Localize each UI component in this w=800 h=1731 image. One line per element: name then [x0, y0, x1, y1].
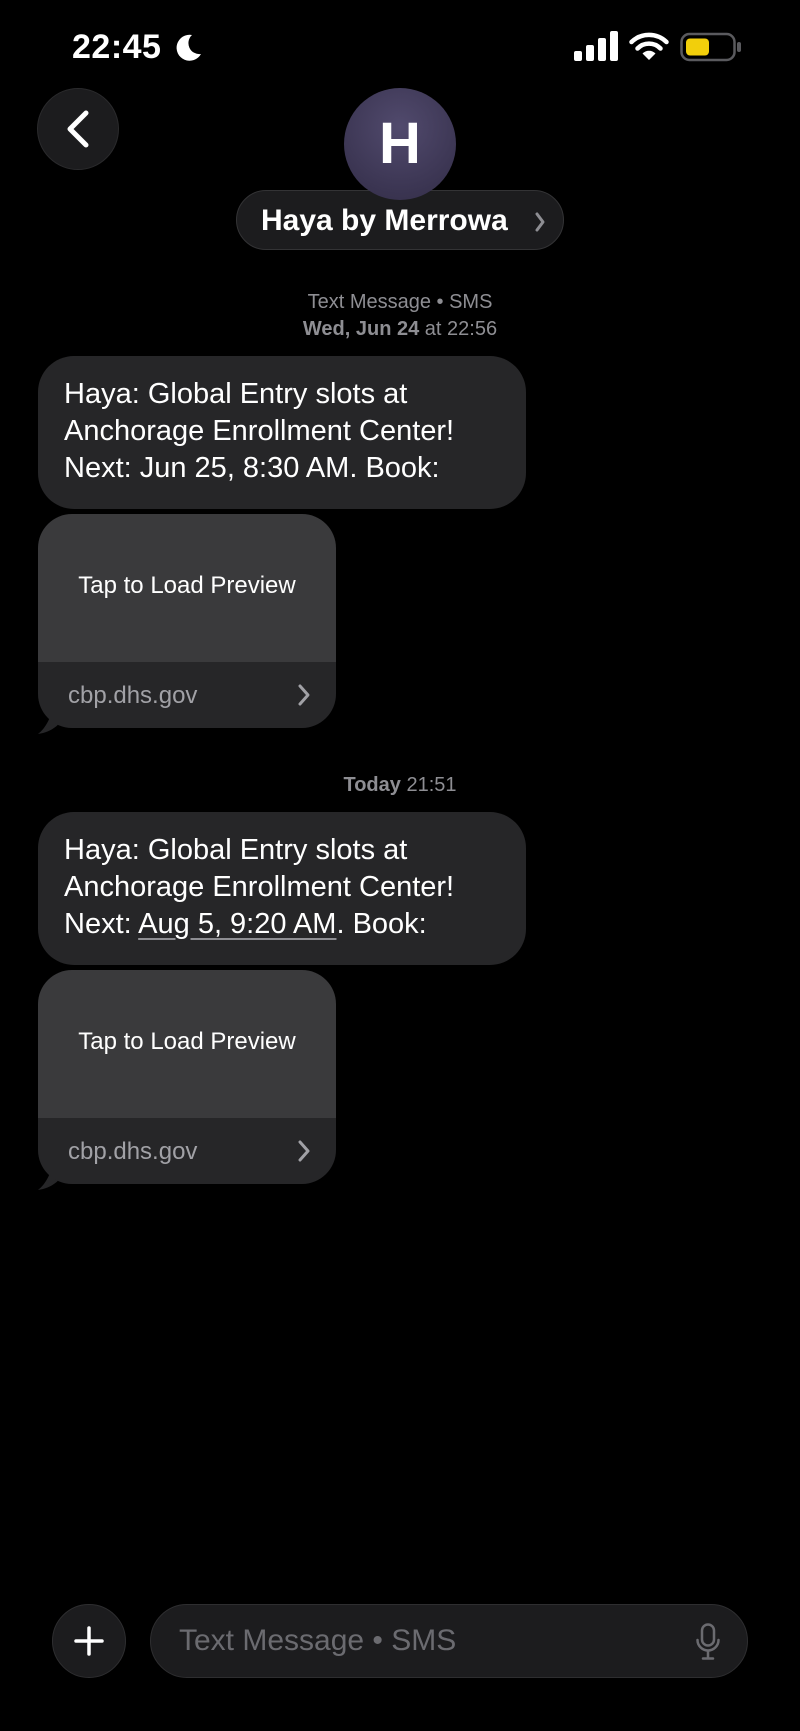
avatar-initial: H [379, 111, 421, 176]
message-bubble[interactable]: Haya: Global Entry slots at Anchorage En… [38, 356, 526, 509]
microphone-icon[interactable] [695, 1623, 721, 1661]
timestamp-day: Today [343, 774, 401, 796]
tap-to-load-preview: Tap to Load Preview [78, 572, 296, 599]
date-link[interactable]: Aug 5, 9:20 AM [138, 908, 336, 940]
message-line: Haya: Global Entry slots at [64, 378, 408, 410]
message-line: Next: Aug 5, 9:20 AM. Book: [64, 906, 500, 943]
message-line: Anchorage Enrollment Center! [64, 871, 455, 903]
message-line: Anchorage Enrollment Center! [64, 415, 455, 447]
chevron-left-icon [67, 110, 89, 148]
contact-avatar[interactable]: H [344, 88, 456, 200]
battery-level [686, 38, 709, 56]
battery-icon [680, 32, 741, 62]
add-attachment-button[interactable] [52, 1604, 126, 1678]
preview-load-area[interactable]: Tap to Load Preview [38, 970, 336, 1118]
timestamp-time: 22:56 [447, 318, 498, 340]
preview-domain: cbp.dhs.gov [68, 682, 198, 709]
message-input-container[interactable] [150, 1604, 748, 1678]
moon-icon [176, 34, 201, 61]
service-label: Text Message • SMS [307, 291, 493, 313]
chevron-right-icon [298, 1140, 310, 1162]
message-input[interactable] [179, 1605, 649, 1677]
plus-icon [74, 1626, 104, 1656]
link-preview[interactable]: Tap to Load Preview cbp.dhs.gov [38, 514, 336, 734]
back-button[interactable] [37, 88, 119, 170]
message-line: Next: Jun 25, 8:30 AM. Book: [64, 452, 440, 484]
chevron-right-icon [298, 684, 310, 706]
chevron-right-icon [535, 212, 545, 232]
message-text: Next: [64, 908, 139, 940]
tap-to-load-preview: Tap to Load Preview [78, 1028, 296, 1055]
link-preview[interactable]: Tap to Load Preview cbp.dhs.gov [38, 970, 336, 1190]
wifi-icon [629, 32, 669, 60]
status-bar: 22:45 [0, 0, 800, 96]
preview-load-area[interactable]: Tap to Load Preview [38, 514, 336, 662]
preview-domain: cbp.dhs.gov [68, 1138, 198, 1165]
signal-icon [574, 31, 618, 61]
message-text: . Book: [336, 908, 427, 940]
message-meta-timestamp: Wed, Jun 24 at 22:56 [0, 318, 800, 341]
message-meta-service: Text Message • SMS [0, 291, 800, 314]
status-time: 22:45 [72, 28, 162, 66]
timestamp-separator: at [419, 318, 448, 340]
contact-name: Haya by Merrowa [261, 204, 508, 237]
preview-link-bar[interactable]: cbp.dhs.gov [38, 662, 336, 728]
preview-link-bar[interactable]: cbp.dhs.gov [38, 1118, 336, 1184]
timestamp-time: 21:51 [406, 774, 457, 796]
message-line: Haya: Global Entry slots at [64, 834, 408, 866]
timestamp-day: Wed, Jun 24 [302, 318, 420, 340]
message-bubble[interactable]: Haya: Global Entry slots at Anchorage En… [38, 812, 526, 965]
message-meta-timestamp: Today 21:51 [0, 774, 800, 797]
